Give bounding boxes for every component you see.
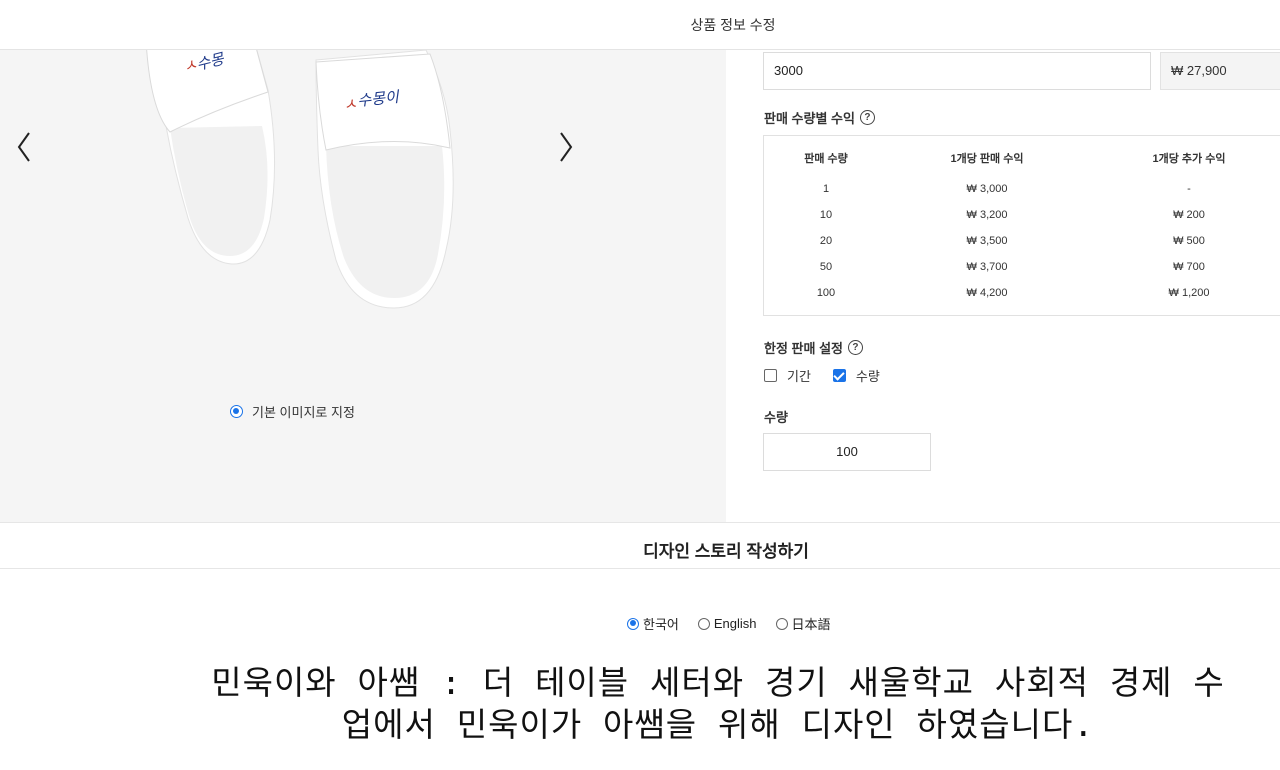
limited-sale-heading: 한정 판매 설정 ? [764,338,863,357]
period-checkbox[interactable] [764,369,777,382]
table-row: 20 ₩ 3,500 ₩ 500 [764,228,1280,254]
default-image-label: 기본 이미지로 지정 [252,405,355,420]
language-selector: 한국어 English 日本語 [627,614,850,633]
price-input[interactable]: 3000 [763,52,1151,90]
column-header: 1개당 판매 수익 [950,153,1024,165]
svg-text:ㅅ: ㅅ [343,95,359,114]
product-image: ㅅ 수몽 ㅅ 수몽이 [146,50,454,309]
profit-table-heading: 판매 수량별 수익 ? [764,108,875,127]
language-radio[interactable] [627,617,639,630]
limited-sale-options: 기간 수량 [764,366,902,385]
column-header: 판매 수량 [804,153,848,165]
table-cell: ₩ 4,200 [966,287,1008,299]
default-image-radio[interactable] [230,405,243,418]
language-label: 日本語 [791,617,831,632]
limited-sale-label: 한정 판매 설정 [764,341,843,356]
table-cell: ₩ 500 [1173,235,1205,247]
table-row: 50 ₩ 3,700 ₩ 700 [764,254,1280,280]
total-price-field: ₩ 27,900 [1160,52,1280,90]
profit-table: 판매 수량 1개당 판매 수익 1개당 추가 수익 1 ₩ 3,000 - 10… [763,135,1280,316]
language-radio[interactable] [775,617,788,630]
product-settings-panel: 3000 ₩ 27,900 판매 수량별 수익 ? 판매 수량 1개당 판매 수… [726,50,1280,522]
table-header-row: 판매 수량 1개당 판매 수익 1개당 추가 수익 [764,136,1280,176]
quantity-label: 수량 [764,410,788,425]
profit-table-label: 판매 수량별 수익 [764,111,855,126]
quantity-input[interactable]: 100 [763,433,931,471]
language-option-korean[interactable]: 한국어 [627,614,679,633]
quantity-checkbox[interactable] [832,369,846,382]
help-icon[interactable]: ? [859,110,875,125]
top-bar: 상품 정보 수정 [0,0,1280,50]
table-row: 1 ₩ 3,000 - [764,176,1280,202]
help-icon[interactable]: ? [847,340,863,355]
design-story-text[interactable]: 민욱이와 아쌤 : 더 테이블 세터와 경기 새울학교 사회적 경제 수업에서 … [200,662,1236,746]
language-label: 한국어 [643,617,679,632]
language-option-english[interactable]: English [697,616,757,631]
table-cell: ₩ 3,700 [966,261,1008,273]
language-radio[interactable] [697,617,710,630]
right-slipper: ㅅ 수몽이 [315,50,454,309]
table-cell: ₩ 3,500 [966,235,1008,247]
table-cell: ₩ 700 [1173,261,1205,273]
table-cell: 1 [822,183,830,195]
product-image-gallery: ㅅ 수몽 ㅅ 수몽이 기본 이미지로 지정 [0,50,726,522]
language-label: English [713,616,757,631]
quantity-option-label: 수량 [855,369,880,384]
table-cell: 50 [819,261,833,273]
table-cell: 10 [819,209,833,221]
table-cell: ₩ 1,200 [1168,287,1210,299]
design-story-header: 디자인 스토리 작성하기 [0,522,1280,569]
table-cell: - [1187,183,1191,195]
left-slipper: ㅅ 수몽 [146,50,276,265]
table-cell: ₩ 200 [1173,209,1205,221]
previous-image-arrow-icon[interactable] [12,130,36,164]
column-header: 1개당 추가 수익 [1152,153,1226,165]
page-title: 상품 정보 수정 [690,17,776,33]
table-cell: ₩ 3,200 [966,209,1008,221]
next-image-arrow-icon[interactable] [554,130,578,164]
design-story-title: 디자인 스토리 작성하기 [643,542,809,561]
period-option[interactable]: 기간 [764,366,811,385]
default-image-option[interactable]: 기본 이미지로 지정 [230,402,355,421]
language-option-japanese[interactable]: 日本語 [775,614,831,633]
period-label: 기간 [787,369,811,384]
quantity-option[interactable]: 수량 [832,366,880,385]
table-row: 100 ₩ 4,200 ₩ 1,200 [764,280,1280,306]
table-cell: ₩ 3,000 [966,183,1008,195]
table-cell: 100 [816,287,836,299]
table-row: 10 ₩ 3,200 ₩ 200 [764,202,1280,228]
table-cell: 20 [819,235,833,247]
